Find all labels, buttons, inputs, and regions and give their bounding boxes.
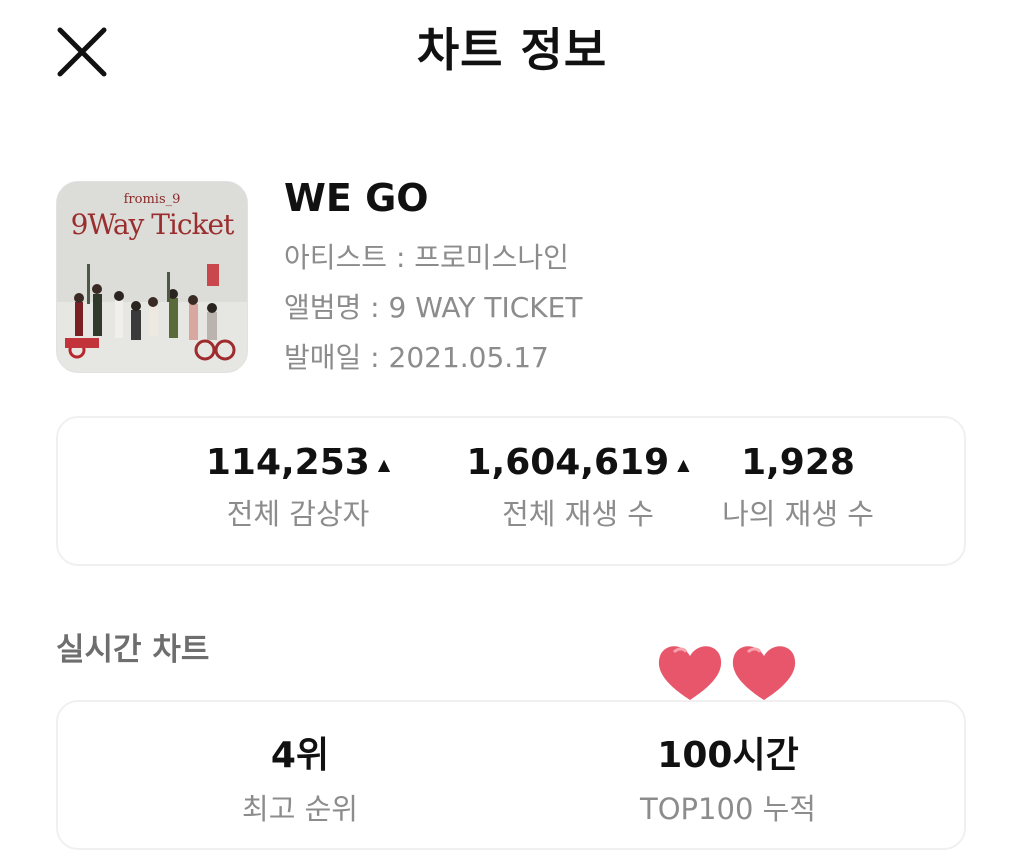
stat-value: 1,928 bbox=[741, 442, 855, 483]
song-title: WE GO bbox=[284, 176, 429, 220]
album-info: 앨범명 : 9 WAY TICKET bbox=[284, 291, 583, 324]
stat-label: 전체 감상자 bbox=[226, 497, 370, 531]
stat-value: 1,604,619 bbox=[466, 442, 670, 483]
stat-label: 나의 재생 수 bbox=[722, 497, 874, 531]
realtime-chart-card: 4위 최고 순위 100시간 TOP100 누적 bbox=[56, 700, 966, 850]
rank-value: 4위 bbox=[270, 735, 330, 776]
rank-value: 100시간 bbox=[657, 735, 799, 776]
page-title: 차트 정보 bbox=[416, 23, 608, 77]
hearts-sticker bbox=[654, 640, 800, 704]
trend-up-icon: ▲ bbox=[377, 454, 391, 474]
cover-title-text: 9Way Ticket bbox=[70, 208, 235, 241]
top100-hours: 100시간 TOP100 누적 bbox=[528, 726, 928, 828]
rank-label: 최고 순위 bbox=[242, 792, 358, 826]
best-rank: 4위 최고 순위 bbox=[100, 726, 500, 828]
artist-info: 아티스트 : 프로미스나인 bbox=[284, 241, 569, 274]
rank-label: TOP100 누적 bbox=[640, 792, 816, 826]
cover-artist-text: fromis_9 bbox=[123, 192, 181, 207]
release-date-info: 발매일 : 2021.05.17 bbox=[284, 341, 549, 374]
realtime-chart-title: 실시간 차트 bbox=[56, 632, 210, 668]
chart-info-screen: 차트 정보 fromis_9 9Way Ticket WE GO 아티스트: … bbox=[0, 0, 1024, 864]
stat-total-listeners: 114,253 ▲ 전체 감상자 bbox=[148, 442, 448, 533]
stat-my-plays: 1,928 나의 재생 수 bbox=[648, 442, 948, 533]
stats-card: 114,253 ▲ 전체 감상자 1,604,619 ▲ 전체 재생 수 1,928… bbox=[56, 416, 966, 566]
heart-icon bbox=[658, 646, 796, 700]
album-cover: fromis_9 9Way Ticket bbox=[56, 181, 248, 373]
stat-value: 114,253 bbox=[205, 442, 370, 483]
